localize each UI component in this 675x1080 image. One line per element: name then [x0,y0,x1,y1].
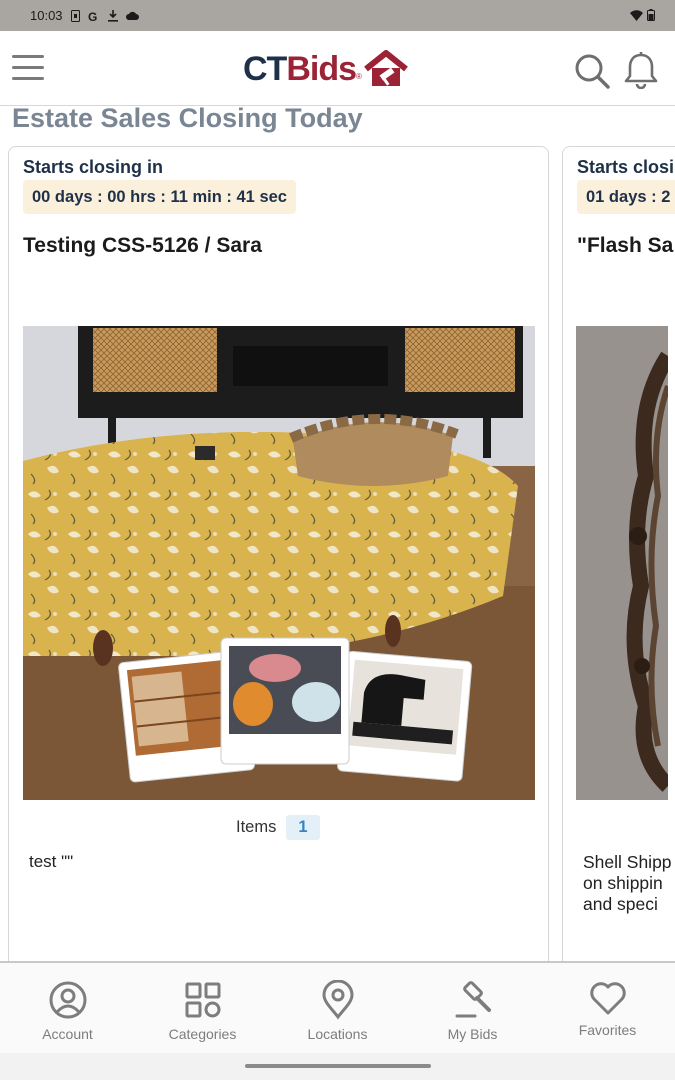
nav-favorites[interactable]: Favorites [540,963,675,1053]
location-pin-icon [321,980,354,1020]
sim-icon [70,9,80,22]
bottom-nav: Account Categories Locations My Bids Fav… [0,961,675,1053]
description-line: Shell Shipp [583,852,672,872]
nav-favorites-label: Favorites [578,1022,637,1038]
countdown-timer: 00 days : 00 hrs : 11 min : 41 sec [23,180,296,214]
nav-my-bids[interactable]: My Bids [405,963,540,1053]
app-header: CT Bids ® [0,31,675,106]
cloud-icon [125,11,139,20]
nav-account[interactable]: Account [0,963,135,1053]
sale-main-photo[interactable] [23,326,535,800]
logo-bids-text: Bids [286,49,357,88]
wifi-icon [630,9,643,21]
nav-locations-label: Locations [307,1026,368,1042]
sale-title-2[interactable]: "Flash Sa [577,234,673,258]
items-row: Items 1 [236,815,320,840]
nav-my-bids-label: My Bids [447,1026,498,1042]
battery-icon [647,9,655,21]
notification-bell-icon[interactable] [624,51,658,89]
closing-label: Starts closing in [23,157,164,177]
heart-icon [589,982,626,1015]
estate-sale-card[interactable]: Starts closing in 00 days : 00 hrs : 11 … [8,146,549,976]
status-left: 10:03 G [30,8,139,23]
polaroid-sewing-machine [337,650,473,782]
status-right [630,9,655,21]
logo-ct-text: CT [243,49,287,88]
gesture-handle[interactable] [245,1064,431,1068]
nav-account-label: Account [42,1026,93,1042]
closing-label-2: Starts closing in [577,157,675,177]
countdown-timer-2: 01 days : 2 [577,180,675,214]
polaroid-soup-bowls [220,637,350,765]
gesture-area [0,1053,675,1080]
sale-title[interactable]: Testing CSS-5126 / Sara [23,234,262,258]
nav-categories[interactable]: Categories [135,963,270,1053]
nav-locations[interactable]: Locations [270,963,405,1053]
logo-house-gavel-icon [364,50,408,86]
items-label: Items [236,818,277,836]
ctbids-logo[interactable]: CT Bids ® [243,49,410,89]
items-count-badge: 1 [286,815,320,840]
download-icon [107,9,118,22]
gavel-icon [455,981,491,1018]
sale-description-2: Shell Shipp on shippin and speci [583,852,672,915]
estate-sale-card-2[interactable]: Starts closing in 01 days : 2 "Flash Sa … [562,146,675,976]
categories-icon [185,982,220,1018]
google-icon: G [88,10,97,22]
sale-main-photo-2[interactable] [576,326,668,800]
status-bar: 10:03 G [0,0,675,31]
svg-text:G: G [88,10,97,22]
nav-categories-label: Categories [168,1026,237,1042]
description-line: and speci [583,894,658,914]
sale-description: test "" [29,852,74,871]
status-time: 10:03 [30,8,63,23]
menu-icon[interactable] [12,55,44,83]
search-icon[interactable] [574,53,610,89]
description-line: on shippin [583,873,663,893]
account-icon [49,981,86,1019]
section-title: Estate Sales Closing Today [12,103,363,133]
